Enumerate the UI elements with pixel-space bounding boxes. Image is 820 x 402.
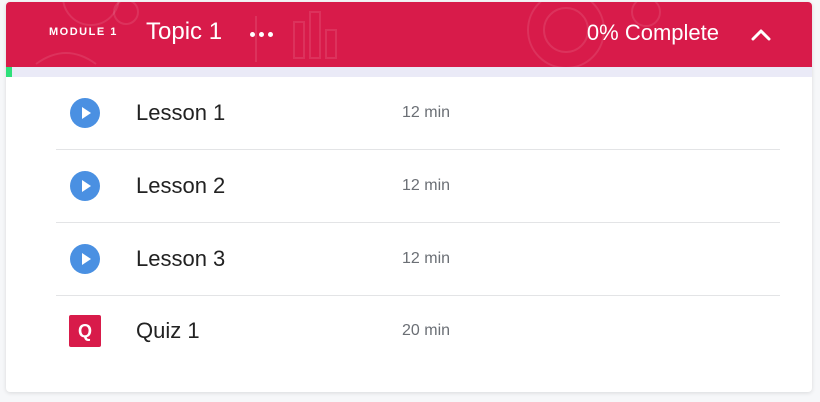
more-dot-icon bbox=[267, 31, 273, 37]
more-dot-icon bbox=[258, 31, 264, 37]
list-item-lesson-1[interactable]: Lesson 1 12 min bbox=[56, 77, 780, 150]
list-item-lesson-3[interactable]: Lesson 3 12 min bbox=[56, 223, 780, 296]
progress-fill bbox=[6, 67, 12, 77]
module-label: MODULE 1 bbox=[49, 26, 118, 38]
module-header[interactable]: MODULE 1 Topic 1 0% Complete bbox=[6, 2, 812, 67]
progress-bar bbox=[6, 67, 812, 77]
collapse-button[interactable] bbox=[748, 21, 774, 47]
quiz-icon: Q bbox=[69, 315, 101, 347]
play-icon bbox=[69, 243, 101, 275]
quiz-badge: Q bbox=[69, 315, 101, 347]
lesson-duration: 12 min bbox=[402, 104, 451, 121]
play-icon bbox=[69, 170, 101, 202]
lesson-duration: 12 min bbox=[402, 250, 451, 267]
quiz-duration: 20 min bbox=[402, 322, 451, 339]
more-options-button[interactable] bbox=[244, 22, 278, 46]
play-icon bbox=[69, 97, 101, 129]
completion-status: 0% Complete bbox=[586, 20, 719, 45]
quiz-title: Quiz 1 bbox=[136, 318, 200, 343]
list-item-lesson-2[interactable]: Lesson 2 12 min bbox=[56, 150, 780, 223]
topic-title: Topic 1 bbox=[146, 18, 223, 45]
more-dot-icon bbox=[249, 31, 255, 37]
lesson-list: Lesson 1 12 min Lesson 2 12 min Lesson 3 bbox=[6, 77, 812, 366]
lesson-title: Lesson 3 bbox=[136, 246, 226, 271]
module-card: MODULE 1 Topic 1 0% Complete Lesson 1 12… bbox=[6, 2, 812, 392]
lesson-duration: 12 min bbox=[402, 177, 451, 194]
chevron-up-icon bbox=[751, 29, 771, 41]
lesson-title: Lesson 1 bbox=[136, 100, 226, 125]
lesson-title: Lesson 2 bbox=[136, 173, 226, 198]
list-item-quiz-1[interactable]: Q Quiz 1 20 min bbox=[56, 296, 780, 366]
